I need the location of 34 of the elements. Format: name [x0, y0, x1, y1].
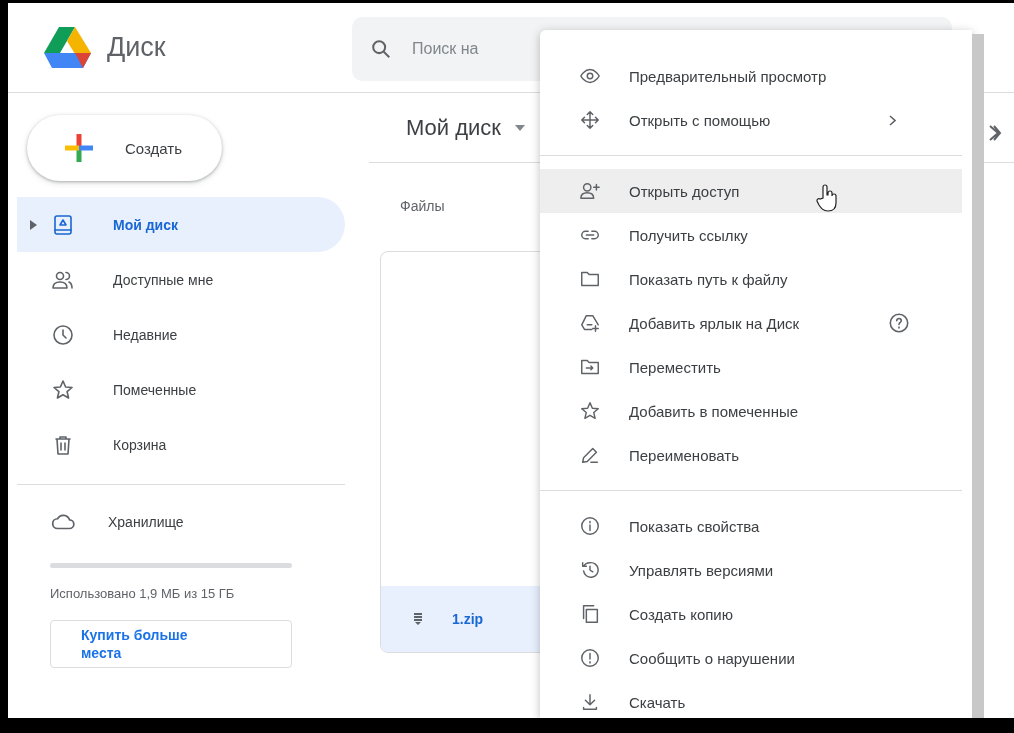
arrows-icon: [579, 109, 601, 131]
dropdown-caret-icon[interactable]: [514, 124, 525, 131]
create-button[interactable]: Создать: [27, 115, 222, 181]
storage-item[interactable]: Хранилище: [50, 497, 345, 547]
menu-item[interactable]: Скачать: [540, 680, 962, 718]
alert-icon: [579, 647, 601, 669]
menu-item[interactable]: Открыть доступ: [540, 169, 962, 213]
help-icon[interactable]: [888, 312, 910, 334]
section-title: Файлы: [400, 198, 446, 214]
sidebar-item[interactable]: Помеченные: [17, 362, 345, 417]
storage-usage-text: Использовано 1,9 МБ из 15 ГБ: [50, 586, 235, 603]
chevron-icon[interactable]: [988, 123, 1002, 143]
star-icon: [579, 400, 601, 422]
person-add-icon: [579, 180, 601, 202]
menu-item[interactable]: Открыть с помощью: [540, 98, 962, 142]
drive-logo: [42, 24, 92, 71]
zip-file-icon: [414, 613, 422, 625]
breadcrumb-title[interactable]: Мой диск: [406, 114, 501, 141]
sidebar-item[interactable]: Доступные мне: [17, 252, 345, 307]
history-icon: [579, 559, 601, 581]
star-icon: [51, 377, 75, 402]
sidebar-item[interactable]: Мой диск: [17, 197, 345, 252]
sidebar-item[interactable]: Корзина: [17, 417, 345, 472]
search-icon: [370, 37, 392, 60]
scrollbar[interactable]: [972, 34, 984, 718]
buy-storage-button[interactable]: Купить больше места: [50, 619, 292, 668]
sidebar-item[interactable]: Недавние: [17, 307, 345, 362]
drive-icon: [51, 212, 75, 237]
drive-add-icon: [579, 312, 601, 334]
hand-cursor-icon: [816, 184, 838, 212]
app-title: Диск: [107, 32, 167, 63]
menu-item[interactable]: Предварительный просмотр: [540, 54, 962, 98]
info-icon: [579, 515, 601, 537]
clock-icon: [51, 322, 75, 347]
